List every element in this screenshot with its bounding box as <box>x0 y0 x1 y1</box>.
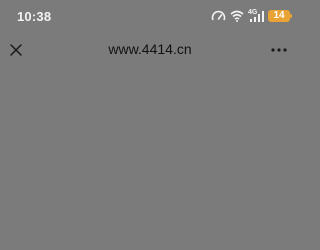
battery-icon: 14 <box>268 10 292 22</box>
close-button[interactable] <box>6 40 26 60</box>
status-icons: 4G 14 <box>211 9 292 23</box>
more-icon <box>271 48 287 52</box>
status-bar: 10:38 4G 14 <box>0 0 300 32</box>
status-time: 10:38 <box>17 9 52 24</box>
speed-meter-icon <box>211 10 226 23</box>
page-title: www.4414.cn <box>108 41 192 57</box>
signal-4g-icon: 4G <box>248 9 264 23</box>
wifi-icon <box>230 10 244 22</box>
network-type-label: 4G <box>248 9 258 16</box>
page-content <box>0 68 300 250</box>
nav-bar: www.4414.cn <box>0 32 300 68</box>
more-button[interactable] <box>268 40 290 60</box>
battery-level: 14 <box>273 10 285 21</box>
close-icon <box>10 44 22 56</box>
